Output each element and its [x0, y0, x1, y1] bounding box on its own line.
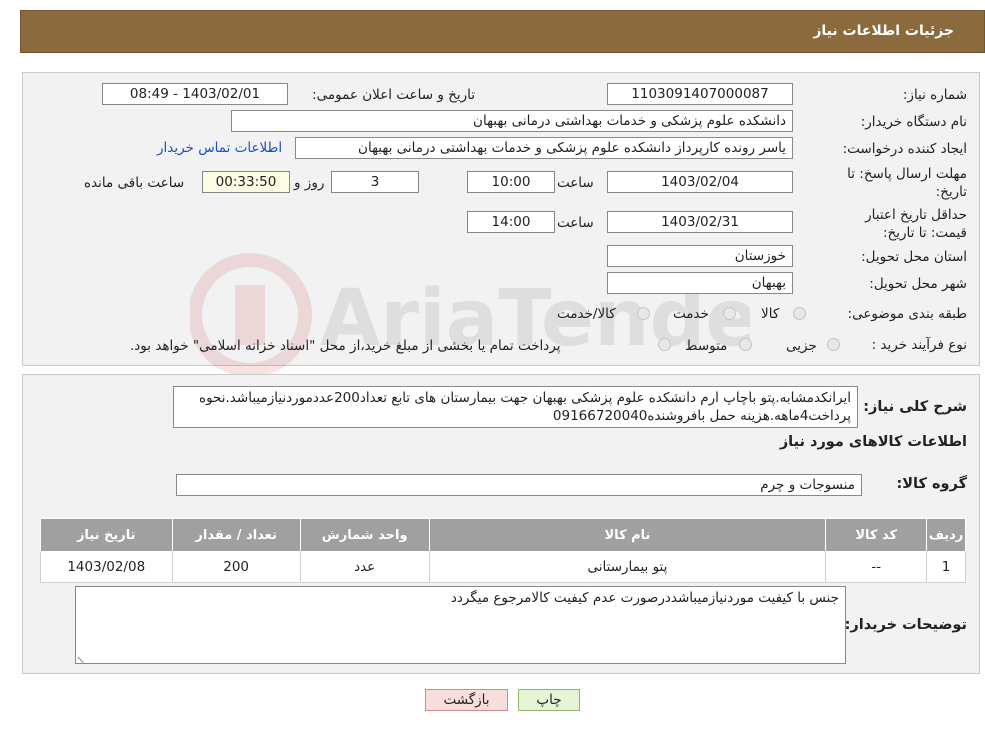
col-name: نام کالا [428, 518, 827, 552]
items-table: ردیف کد کالا نام کالا واحد شمارش تعداد /… [40, 518, 966, 583]
print-button[interactable]: چاپ [518, 689, 580, 711]
request-creator-field: یاسر رونده کارپرداز دانشکده علوم پزشکی و… [295, 137, 793, 159]
process-minor-label: جزیی [786, 338, 817, 354]
cell-unit: عدد [299, 551, 430, 583]
process-medium-radio[interactable] [739, 338, 752, 351]
request-creator-label: ایجاد کننده درخواست: [842, 141, 967, 157]
treasury-payment-radio[interactable] [658, 338, 671, 351]
need-description-field: ایرانکدمشابه.پتو باچاپ ارم دانشکده علوم … [173, 386, 858, 428]
subject-category-label: طبقه بندی موضوعی: [847, 306, 967, 322]
page-title: جزئیات اطلاعات نیاز [813, 23, 954, 39]
category-service-label: خدمت [673, 306, 709, 322]
treasury-payment-note: پرداخت تمام یا بخشی از مبلغ خرید،از محل … [130, 338, 561, 354]
cell-name: پتو بیمارستانی [428, 551, 827, 583]
days-label: روز و [294, 175, 325, 191]
purchase-process-label: نوع فرآیند خرید : [871, 337, 967, 353]
buyer-notes-label: توضیحات خریدار: [844, 617, 967, 633]
col-unit: واحد شمارش [299, 518, 430, 552]
items-section-title: اطلاعات کالاهای مورد نیاز [779, 434, 967, 450]
category-goods-service-radio[interactable] [637, 307, 650, 320]
category-goods-label: کالا [761, 306, 780, 322]
col-row: ردیف [926, 518, 966, 552]
buyer-notes-field: جنس با کیفیت موردنیازمیباشددرصورت عدم کی… [75, 586, 846, 664]
validity-time-label: ساعت [557, 215, 594, 231]
delivery-province-field: خوزستان [607, 245, 793, 267]
col-code: کد کالا [825, 518, 928, 552]
items-table-header: ردیف کد کالا نام کالا واحد شمارش تعداد /… [40, 518, 966, 552]
col-quantity: تعداد / مقدار [171, 518, 301, 552]
remaining-time-field: 00:33:50 [202, 171, 290, 193]
cell-code: -- [825, 551, 928, 583]
category-goods-radio[interactable] [793, 307, 806, 320]
price-validity-label: حداقل تاریخ اعتبار قیمت: تا تاریخ: [865, 207, 967, 241]
need-number-label: شماره نیاز: [902, 87, 967, 103]
process-medium-label: متوسط [685, 338, 728, 354]
price-validity-time: 14:00 [467, 211, 555, 233]
need-description-label: شرح کلی نیاز: [863, 399, 967, 415]
page-header: جزئیات اطلاعات نیاز [20, 10, 985, 53]
cell-quantity: 200 [171, 551, 301, 583]
back-button[interactable]: بازگشت [425, 689, 508, 711]
cell-need-date: 1403/02/08 [40, 551, 173, 583]
buyer-notes-text: جنس با کیفیت موردنیازمیباشددرصورت عدم کی… [450, 590, 839, 606]
delivery-city-label: شهر محل تحویل: [869, 276, 967, 292]
category-service-radio[interactable] [723, 307, 736, 320]
announce-datetime-label: تاریخ و ساعت اعلان عمومی: [312, 87, 475, 103]
category-goods-service-label: کالا/خدمت [557, 306, 616, 322]
response-deadline-time: 10:00 [467, 171, 555, 193]
col-need-date: تاریخ نیاز [40, 518, 173, 552]
remaining-days-field: 3 [331, 171, 419, 193]
buyer-org-field: دانشکده علوم پزشکی و خدمات بهداشتی درمان… [231, 110, 793, 132]
response-time-label: ساعت [557, 175, 594, 191]
buyer-contact-link[interactable]: اطلاعات تماس خریدار [157, 140, 282, 156]
cell-row: 1 [926, 551, 966, 583]
table-row: 1 -- پتو بیمارستانی عدد 200 1403/02/08 [40, 551, 966, 583]
goods-group-label: گروه کالا: [896, 476, 967, 492]
announce-datetime-field: 1403/02/01 - 08:49 [102, 83, 288, 105]
resize-grip-icon [77, 650, 90, 664]
delivery-province-label: استان محل تحویل: [861, 249, 967, 265]
goods-group-field: منسوجات و چرم [176, 474, 862, 496]
response-deadline-label: مهلت ارسال پاسخ: تا تاریخ: [847, 166, 967, 200]
delivery-city-field: بهبهان [607, 272, 793, 294]
need-number-field: 1103091407000087 [607, 83, 793, 105]
remaining-time-label: ساعت باقی مانده [84, 175, 185, 191]
price-validity-date: 1403/02/31 [607, 211, 793, 233]
buyer-org-label: نام دستگاه خریدار: [860, 114, 967, 130]
response-deadline-date: 1403/02/04 [607, 171, 793, 193]
process-minor-radio[interactable] [827, 338, 840, 351]
